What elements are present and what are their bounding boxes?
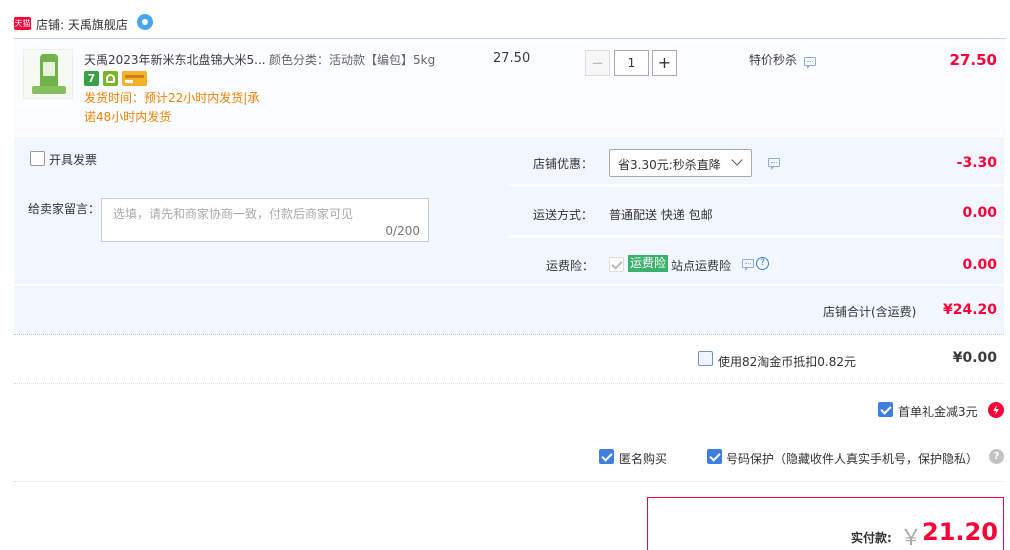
discount-label: 店铺优惠： <box>533 157 594 171</box>
payable-amount: 21.20 <box>922 518 998 546</box>
coins-checkbox[interactable] <box>698 351 713 366</box>
discount-selected-value: 省3.30元:秒杀直降 <box>618 158 721 172</box>
gift-checkbox[interactable] <box>878 402 893 417</box>
anonymous-checkbox[interactable] <box>599 449 614 464</box>
phone-protect-label[interactable]: 号码保护（隐藏收件人真实手机号，保护隐私） <box>726 450 978 467</box>
promo-label: 特价秒杀 <box>749 53 798 67</box>
delivery-time: 发货时间：预计22小时内发货|承 <box>84 91 260 105</box>
phone-protect-checkbox[interactable] <box>707 449 722 464</box>
insurance-amount: 0.00 <box>962 257 997 273</box>
divider <box>14 334 1004 335</box>
chat-icon[interactable] <box>137 14 153 30</box>
divider <box>14 383 1004 384</box>
invoice-checkbox[interactable] <box>30 151 45 166</box>
insurance-text: 站点运费险 <box>671 259 732 273</box>
message-placeholder: 选填，请先和商家协商一致，付款后商家可见 <box>113 207 354 221</box>
message-icon[interactable] <box>768 158 780 170</box>
message-icon[interactable] <box>804 57 816 69</box>
store-total-amount: ¥24.20 <box>942 302 997 318</box>
guarantee-icon <box>103 71 118 86</box>
coins-amount: ¥0.00 <box>952 350 997 366</box>
product-title[interactable]: 天禹2023年新米东北盘锦大米5... <box>84 51 266 68</box>
invoice-label[interactable]: 开具发票 <box>49 151 97 168</box>
insurance-badge: 运费险 <box>628 255 669 272</box>
shop-name[interactable]: 店铺: 天禹旗舰店 <box>36 16 128 33</box>
lightning-icon <box>988 402 1004 418</box>
payable-currency: ￥ <box>900 526 923 550</box>
discount-select[interactable]: 省3.30元:秒杀直降 <box>609 149 752 177</box>
gift-label[interactable]: 首单礼金减3元 <box>898 403 978 420</box>
quantity-decrease-button[interactable]: − <box>585 50 610 76</box>
shipping-method: 普通配送 快递 包邮 <box>609 208 713 222</box>
item-row: 天禹2023年新米东北盘锦大米5... 颜色分类：活动款【编包】5kg 7 发货… <box>14 38 1006 135</box>
item-subtotal: 27.50 <box>949 51 997 69</box>
anonymous-label[interactable]: 匿名购买 <box>619 450 667 467</box>
shipping-amount: 0.00 <box>962 205 997 221</box>
message-counter: 0/200 <box>385 224 420 238</box>
message-field[interactable]: 选填，请先和商家协商一致，付款后商家可见 0/200 <box>101 198 429 242</box>
chevron-down-icon <box>731 154 743 166</box>
help-icon[interactable]: ? <box>756 257 769 270</box>
delivery-time-cont: 诺48小时内发货 <box>84 110 172 124</box>
quantity-increase-button[interactable]: + <box>652 50 677 76</box>
insurance-checkbox[interactable] <box>609 257 624 272</box>
shipping-label: 运送方式： <box>533 208 594 222</box>
discount-amount: -3.30 <box>956 155 997 171</box>
help-icon[interactable]: ? <box>989 449 1004 464</box>
divider <box>14 481 1004 482</box>
store-total-label: 店铺合计(含运费) <box>823 305 917 319</box>
credit-card-icon <box>122 71 147 86</box>
coins-label[interactable]: 使用82淘金币抵扣0.82元 <box>718 353 856 370</box>
seven-day-return-icon: 7 <box>84 71 99 86</box>
tmall-badge: 天猫 <box>14 17 31 30</box>
message-icon[interactable] <box>742 259 754 271</box>
product-thumbnail[interactable] <box>23 49 73 99</box>
message-label: 给卖家留言： <box>28 202 101 216</box>
shop-header: 天猫 店铺: 天禹旗舰店 <box>14 14 214 34</box>
payable-label: 实付款: <box>851 531 892 545</box>
insurance-label: 运费险： <box>546 259 595 273</box>
quantity-input[interactable] <box>614 50 649 76</box>
unit-price: 27.50 <box>493 51 531 66</box>
product-spec: 颜色分类：活动款【编包】5kg <box>269 53 436 67</box>
payable-box: 实付款: ￥ 21.20 <box>647 497 1004 550</box>
